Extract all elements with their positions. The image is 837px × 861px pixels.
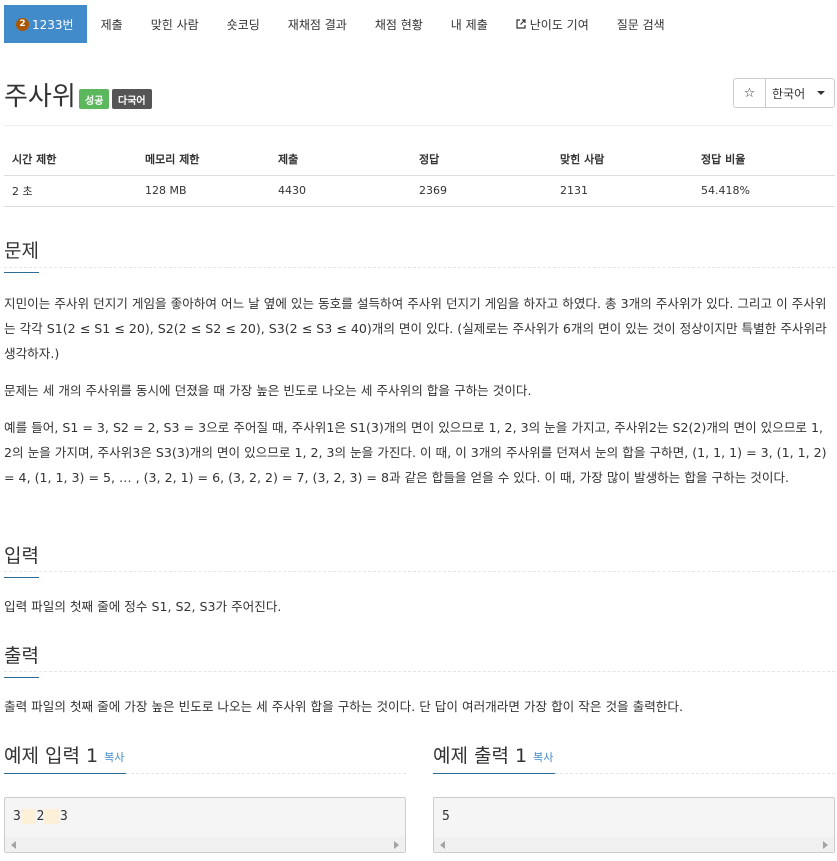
problem-paragraph-2: 문제는 세 개의 주사위를 동시에 던졌을 때 가장 높은 빈도로 나오는 세 … xyxy=(4,383,532,398)
horizontal-scrollbar[interactable] xyxy=(434,837,834,852)
problem-info-table: 시간 제한 메모리 제한 제출 정답 맞힌 사람 정답 비율 2 초 128 M… xyxy=(4,143,835,207)
copy-sample-output-button[interactable]: 복사 xyxy=(533,751,553,764)
sample-input-box[interactable]: 3 2 3 xyxy=(4,797,406,853)
sample-input-title: 예제 입력 1 xyxy=(4,745,99,767)
nav-problem-number-label: 1233번 xyxy=(32,17,74,32)
star-button[interactable]: ☆ xyxy=(733,78,766,108)
sample-output-box[interactable]: 5 xyxy=(433,797,835,853)
cell-time-limit: 2 초 xyxy=(4,175,137,207)
language-select[interactable]: 한국어 xyxy=(766,78,835,108)
sample-output-title: 예제 출력 1 xyxy=(433,745,528,767)
section-divider xyxy=(4,671,835,672)
sample-input-underline xyxy=(4,773,126,774)
cell-solved-users: 2131 xyxy=(552,175,693,207)
sample-output-heading: 예제 출력 1 복사 xyxy=(433,741,553,768)
language-select-label: 한국어 xyxy=(772,86,806,101)
input-heading: 입력 xyxy=(4,541,39,578)
header-memory-limit: 메모리 제한 xyxy=(137,143,270,176)
nav-my-submissions[interactable]: 내 제출 xyxy=(437,5,502,43)
section-divider xyxy=(4,267,835,268)
section-divider xyxy=(4,571,835,572)
scroll-left-icon[interactable] xyxy=(440,841,445,849)
status-badge-success: 성공 xyxy=(79,89,110,109)
nav-submit[interactable]: 제출 xyxy=(87,5,137,43)
caret-down-icon xyxy=(817,91,826,95)
cell-submissions: 4430 xyxy=(270,175,411,207)
sample-input-heading: 예제 입력 1 복사 xyxy=(4,741,124,768)
sample-input-content: 3 2 3 xyxy=(13,809,68,824)
table-header-row: 시간 제한 메모리 제한 제출 정답 맞힌 사람 정답 비율 xyxy=(4,143,835,176)
nav-solved-users[interactable]: 맞힌 사람 xyxy=(137,5,213,43)
sample-input-token: 3 xyxy=(59,809,68,824)
title-button-group: ☆ 한국어 xyxy=(733,78,835,108)
output-section-header: 출력 xyxy=(4,641,835,678)
external-link-icon xyxy=(516,19,526,29)
scroll-right-icon[interactable] xyxy=(394,841,399,849)
tier-badge-icon: 2 xyxy=(16,17,29,31)
header-solved-users: 맞힌 사람 xyxy=(552,143,693,176)
sample-output-underline xyxy=(433,773,555,774)
nav-short-coding[interactable]: 숏코딩 xyxy=(213,5,274,43)
table-row: 2 초 128 MB 4430 2369 2131 54.418% xyxy=(4,175,835,207)
star-icon: ☆ xyxy=(743,85,756,101)
nav-question-search[interactable]: 질문 검색 xyxy=(603,5,679,43)
nav-rejudge-results[interactable]: 재채점 결과 xyxy=(274,5,361,43)
cell-accept-ratio: 54.418% xyxy=(693,175,835,207)
cell-accepted: 2369 xyxy=(411,175,552,207)
input-section-header: 입력 xyxy=(4,541,835,578)
status-badge-multilang: 다국어 xyxy=(112,89,152,109)
cell-memory-limit: 128 MB xyxy=(137,175,270,207)
section-divider xyxy=(126,773,406,774)
problem-nav: 2 1233번 제출 맞힌 사람 숏코딩 재채점 결과 채점 현황 내 제출 난… xyxy=(4,5,679,43)
problem-paragraph-1: 지민이는 주사위 던지기 게임을 좋아하여 어느 날 옆에 있는 동호를 설득하… xyxy=(4,296,827,361)
scroll-right-icon[interactable] xyxy=(823,841,828,849)
scroll-left-icon[interactable] xyxy=(11,841,16,849)
title-divider xyxy=(4,125,833,126)
nav-difficulty-contribution[interactable]: 난이도 기여 xyxy=(502,5,603,43)
problem-paragraph-3: 예를 들어, S1 = 3, S2 = 2, S3 = 3으로 주어질 때, 주… xyxy=(4,420,827,485)
horizontal-scrollbar[interactable] xyxy=(5,837,405,852)
sample-output-content: 5 xyxy=(442,809,450,824)
sample-input-token: 3 xyxy=(13,809,21,824)
problem-heading: 문제 xyxy=(4,236,39,273)
nav-problem-number[interactable]: 2 1233번 xyxy=(4,5,87,43)
header-time-limit: 시간 제한 xyxy=(4,143,137,176)
section-divider xyxy=(555,773,835,774)
problem-title: 주사위 xyxy=(4,82,76,112)
header-accepted: 정답 xyxy=(411,143,552,176)
input-description: 입력 파일의 첫째 줄에 정수 S1, S2, S3가 주어진다. xyxy=(4,599,282,614)
header-submissions: 제출 xyxy=(270,143,411,176)
nav-status[interactable]: 채점 현황 xyxy=(361,5,437,43)
problem-section-header: 문제 xyxy=(4,236,835,273)
output-description: 출력 파일의 첫째 줄에 가장 높은 빈도로 나오는 세 주사위 합을 구하는 … xyxy=(4,699,683,714)
copy-sample-input-button[interactable]: 복사 xyxy=(104,751,124,764)
output-heading: 출력 xyxy=(4,641,39,678)
header-accept-ratio: 정답 비율 xyxy=(693,143,835,176)
nav-difficulty-label: 난이도 기여 xyxy=(529,17,589,32)
